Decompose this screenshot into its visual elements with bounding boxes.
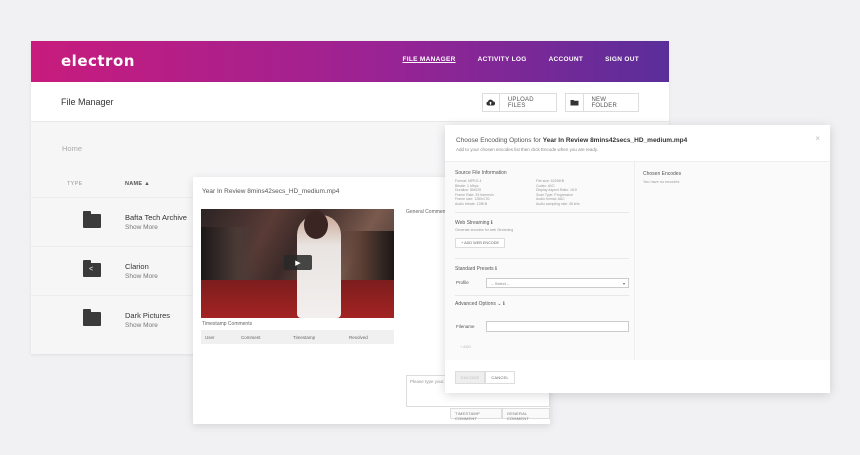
info-icon[interactable]: ℹ [503, 301, 505, 307]
profile-label: Profile [456, 280, 469, 285]
source-info-heading: Source File Information [455, 170, 507, 176]
upload-files-label: UPLOAD FILES [507, 96, 534, 109]
play-icon: ▶ [295, 259, 301, 267]
source-frame-size: Frame size: 1280x720 [455, 197, 490, 201]
close-icon[interactable]: × [815, 134, 820, 143]
source-aspect-ratio: Display Aspect Ratio: 16:9 [536, 188, 577, 192]
folder-icon [566, 94, 584, 111]
encode-button[interactable]: ENCODE [455, 371, 486, 384]
file-name[interactable]: Clarion [125, 262, 149, 271]
upload-files-button[interactable]: UPLOAD FILES [482, 93, 557, 112]
timestamp-comments-title: Timestamp Comments [202, 321, 253, 327]
divider [455, 295, 629, 296]
video-frame-head [304, 211, 328, 239]
source-sampling-rate: Audio sampling rate: 48 kHz [536, 201, 580, 206]
divider [455, 212, 629, 213]
show-more-link[interactable]: Show More [125, 224, 158, 231]
source-audio-bitrate: Audio bitrate: 128KB [455, 201, 488, 206]
chevron-down-icon: ▾ [622, 281, 625, 286]
column-header-timestamp: Timestamp [293, 334, 316, 340]
filename-label: Filename [456, 324, 475, 329]
advanced-options-label: Advanced Options [455, 301, 496, 307]
list-item[interactable]: Bafta Tech Archive Show More [31, 197, 201, 246]
folder-icon [83, 211, 101, 228]
info-icon[interactable]: ℹ [495, 266, 497, 272]
timestamp-comments-table-header: User Comment Timestamp Resolved [201, 330, 394, 344]
encoding-settings-column: Source File Information Format: MPEG-4 B… [445, 162, 635, 360]
nav-account[interactable]: ACCOUNT [549, 56, 584, 63]
column-header-name[interactable]: NAME ▲ [125, 181, 150, 187]
info-icon[interactable]: ℹ [491, 220, 493, 226]
dialog-subtitle: Add to your chosen encodes list then cli… [456, 147, 599, 152]
show-more-link[interactable]: Show More [125, 273, 158, 280]
dialog-header: Choose Encoding Options for Year In Revi… [445, 125, 830, 162]
top-nav-bar: electron FILE MANAGER ACTIVITY LOG ACCOU… [31, 41, 669, 82]
nav-sign-out[interactable]: SIGN OUT [605, 56, 639, 63]
divider [455, 258, 629, 259]
cloud-upload-icon [483, 94, 500, 111]
standard-presets-heading: Standard Presets ℹ [455, 266, 497, 272]
dialog-footer: ENCODE CANCEL [445, 360, 830, 393]
column-header-comment: Comment [241, 334, 261, 340]
dialog-title: Choose Encoding Options for Year In Revi… [456, 137, 687, 144]
add-link[interactable]: + ADD [460, 345, 471, 349]
brand-logo: electron [61, 52, 135, 70]
video-title: Year In Review 8mins42secs_HD_medium.mp4 [202, 188, 340, 195]
file-name[interactable]: Dark Pictures [125, 311, 170, 320]
page-title: File Manager [61, 97, 114, 107]
new-folder-label: NEW FOLDER [591, 96, 618, 109]
column-header-type[interactable]: TYPE [67, 181, 83, 187]
main-nav: FILE MANAGER ACTIVITY LOG ACCOUNT SIGN O… [403, 56, 640, 63]
chosen-encodes-heading: Chosen Encodes [643, 171, 682, 177]
web-streaming-heading: Web Streaming ℹ [455, 220, 493, 226]
profile-select-value: -- Select -- [491, 281, 510, 286]
breadcrumb-home[interactable]: Home [62, 144, 82, 153]
source-info-right: File size: 622MKB Codec: AVC Display Asp… [536, 179, 580, 206]
new-folder-button[interactable]: NEW FOLDER [565, 93, 639, 112]
column-header-user: User [205, 334, 215, 340]
web-streaming-label: Web Streaming [455, 220, 490, 226]
list-item[interactable]: Dark Pictures Show More [31, 295, 201, 344]
profile-select[interactable]: -- Select -- ▾ [486, 278, 629, 288]
add-web-encode-button[interactable]: + ADD WEB ENCODE [455, 238, 506, 248]
show-more-link[interactable]: Show More [125, 322, 158, 329]
chevron-down-icon: ⌄ [497, 301, 502, 307]
general-comment-button[interactable]: GENERAL COMMENT [501, 408, 550, 421]
nav-activity-log[interactable]: ACTIVITY LOG [478, 56, 527, 63]
web-streaming-sub: Generate encodes for web Streaming [455, 228, 514, 232]
source-info-left: Format: MPEG-4 Bitrate: 1 Mbps Duration:… [455, 179, 494, 206]
dialog-buttons: ENCODE CANCEL [455, 371, 515, 384]
folder-icon [83, 309, 101, 326]
filename-input[interactable] [486, 321, 629, 332]
general-comments-title: General Comments [406, 209, 450, 215]
video-player[interactable]: ▶ [201, 209, 394, 318]
column-header-resolved: Resolved [349, 334, 368, 340]
shared-folder-icon: < [83, 260, 101, 277]
dialog-body: Source File Information Format: MPEG-4 B… [445, 162, 830, 360]
chosen-encodes-empty: You have no encodes [643, 180, 680, 184]
dialog-title-prefix: Choose Encoding Options for [456, 137, 541, 144]
comment-buttons: TIMESTAMP COMMENT GENERAL COMMENT [450, 408, 550, 421]
play-button[interactable]: ▶ [284, 255, 312, 270]
encoding-options-dialog: Choose Encoding Options for Year In Revi… [445, 125, 830, 393]
advanced-options-heading[interactable]: Advanced Options ⌄ ℹ [455, 301, 505, 307]
list-item[interactable]: < Clarion Show More [31, 246, 201, 295]
file-name[interactable]: Bafta Tech Archive [125, 213, 187, 222]
nav-file-manager[interactable]: FILE MANAGER [403, 56, 456, 63]
standard-presets-label: Standard Presets [455, 266, 494, 272]
dialog-title-file: Year In Review 8mins42secs_HD_medium.mp4 [542, 137, 688, 144]
page-toolbar: File Manager UPLOAD FILES NEW FOLDER [31, 82, 669, 122]
cancel-button[interactable]: CANCEL [485, 371, 515, 384]
timestamp-comment-button[interactable]: TIMESTAMP COMMENT [450, 408, 502, 421]
